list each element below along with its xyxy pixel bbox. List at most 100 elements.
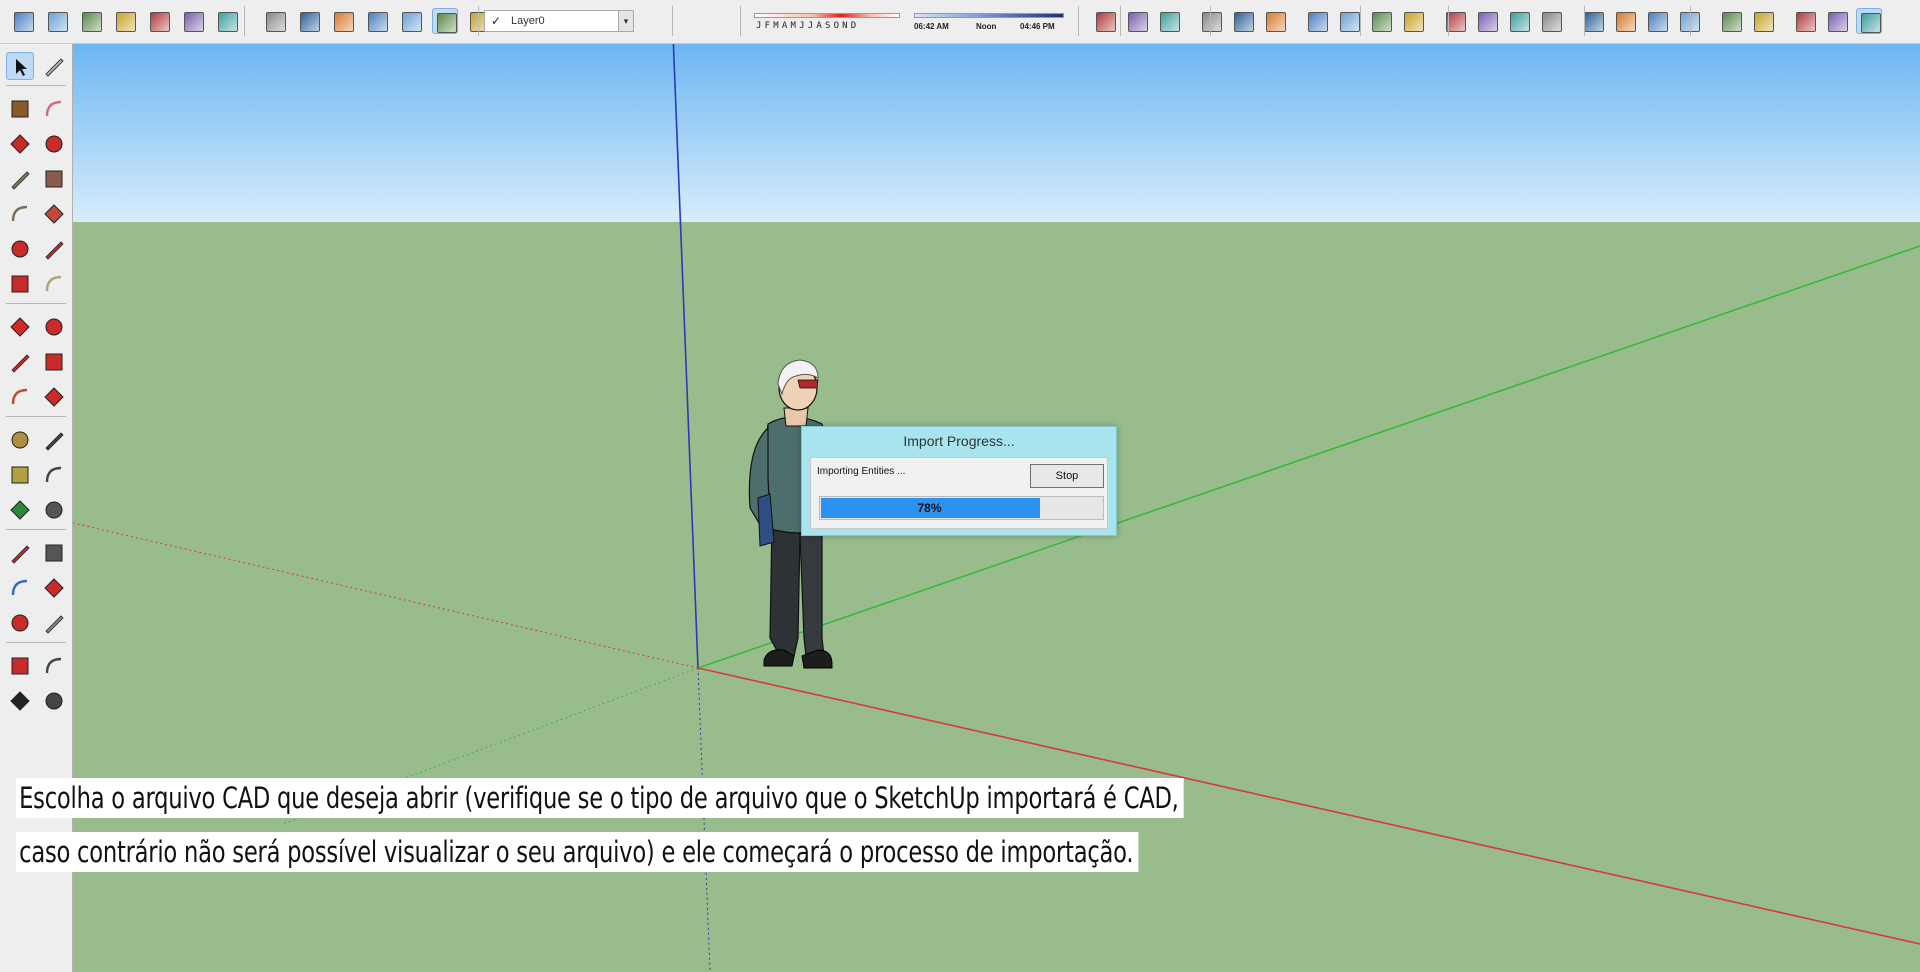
select-icon[interactable] <box>6 52 34 80</box>
iso-view-icon[interactable] <box>78 8 104 34</box>
section-plane-icon[interactable] <box>40 687 68 715</box>
front-view-icon[interactable] <box>146 8 172 34</box>
sandbox-from-contours-icon[interactable] <box>1304 8 1330 34</box>
look-around-icon-glyph <box>1796 12 1816 32</box>
section-plane-icon[interactable] <box>1198 8 1224 34</box>
axes-icon[interactable] <box>6 496 34 524</box>
toolbar-separator <box>1360 6 1361 36</box>
arc-icon[interactable] <box>6 235 34 263</box>
select-icon-glyph <box>16 59 27 76</box>
circle-icon[interactable] <box>6 200 34 228</box>
extension-warehouse-icon[interactable] <box>1718 8 1744 34</box>
scale-icon[interactable] <box>6 383 34 411</box>
paint-bucket-icon[interactable] <box>6 95 34 123</box>
materials-icon[interactable] <box>44 8 70 34</box>
look-around-icon[interactable] <box>1792 8 1818 34</box>
chevron-down-icon[interactable]: ▾ <box>618 10 634 32</box>
hidden-line-icon[interactable] <box>364 8 390 34</box>
walk-icon[interactable] <box>6 687 34 715</box>
three-point-arc-icon[interactable] <box>6 270 34 298</box>
freehand-icon[interactable] <box>40 130 68 158</box>
shadow-date-slider[interactable]: JFMAMJJASOND <box>754 10 900 34</box>
pan-icon[interactable] <box>40 539 68 567</box>
stamp-icon[interactable] <box>1400 8 1426 34</box>
text-icon[interactable] <box>40 461 68 489</box>
two-point-arc-icon[interactable] <box>40 235 68 263</box>
top-view-icon-glyph <box>116 12 136 32</box>
orbit-icon[interactable] <box>6 539 34 567</box>
eraser-icon[interactable] <box>40 95 68 123</box>
share-component-icon[interactable] <box>1676 8 1702 34</box>
layer-manager-icon[interactable] <box>1092 8 1118 34</box>
shadow-time-slider[interactable]: 06:42 AM Noon 04:46 PM <box>914 10 1064 34</box>
shadow-time-track <box>914 13 1064 18</box>
freehand-icon-glyph <box>45 135 63 153</box>
position-camera-icon[interactable] <box>6 652 34 680</box>
protractor-icon-glyph <box>11 466 29 484</box>
previous-view-icon[interactable] <box>40 609 68 637</box>
display-cuts-icon[interactable] <box>1262 8 1288 34</box>
position-camera-icon[interactable] <box>1750 8 1776 34</box>
rotate-icon[interactable] <box>6 348 34 376</box>
blue-axis-negative <box>697 667 711 972</box>
rectangle-icon-glyph <box>11 171 30 190</box>
position-camera-icon-glyph <box>11 657 29 675</box>
3d-text-icon-glyph <box>45 501 63 519</box>
move-icon[interactable] <box>6 313 34 341</box>
extension-warehouse-icon-glyph <box>1722 12 1742 32</box>
three-point-arc-icon-glyph <box>11 275 29 293</box>
top-view-icon[interactable] <box>112 8 138 34</box>
stop-button[interactable]: Stop <box>1030 464 1104 488</box>
shaded-icon[interactable] <box>398 8 424 34</box>
zoom-window-icon[interactable] <box>40 574 68 602</box>
xray-icon[interactable] <box>262 8 288 34</box>
dimensions-icon[interactable] <box>40 426 68 454</box>
polygon-icon[interactable] <box>40 200 68 228</box>
3d-warehouse-icon[interactable] <box>1612 8 1638 34</box>
rotated-rectangle-icon[interactable] <box>40 165 68 193</box>
rotate-icon-glyph <box>11 354 30 373</box>
toolset-separator <box>6 529 66 530</box>
zoom-extents-icon[interactable] <box>6 609 34 637</box>
smoove-icon-glyph <box>1372 12 1392 32</box>
components-icon[interactable] <box>10 8 36 34</box>
toggle-terrain-icon[interactable] <box>1538 8 1564 34</box>
wireframe-icon[interactable] <box>330 8 356 34</box>
walk-icon[interactable] <box>1824 8 1850 34</box>
shaded-textures-icon[interactable] <box>432 8 458 34</box>
drape-icon[interactable] <box>1442 8 1468 34</box>
layer-selector[interactable]: ✓ Layer0 <box>484 10 634 32</box>
offset-icon[interactable] <box>40 383 68 411</box>
fog-icon[interactable] <box>1156 8 1182 34</box>
line-icon[interactable] <box>6 130 34 158</box>
share-model-icon[interactable] <box>1644 8 1670 34</box>
shadows-icon[interactable] <box>1124 8 1150 34</box>
toolset-separator <box>6 416 66 417</box>
section-plane-icon-glyph <box>1202 12 1222 32</box>
display-section-icon[interactable] <box>1230 8 1256 34</box>
follow-me-icon[interactable] <box>40 348 68 376</box>
smoove-icon[interactable] <box>1368 8 1394 34</box>
zoom-icon[interactable] <box>6 574 34 602</box>
layer-manager-icon-glyph <box>1096 12 1116 32</box>
rectangle-icon[interactable] <box>6 165 34 193</box>
toolset-separator <box>6 303 66 304</box>
pie-icon[interactable] <box>40 270 68 298</box>
make-component-icon[interactable] <box>40 52 68 80</box>
add-location-icon[interactable] <box>1506 8 1532 34</box>
3d-text-icon[interactable] <box>40 496 68 524</box>
right-view-icon[interactable] <box>180 8 206 34</box>
protractor-icon[interactable] <box>6 461 34 489</box>
push-pull-icon[interactable] <box>40 313 68 341</box>
flip-edge-icon[interactable] <box>1474 8 1500 34</box>
look-around-icon[interactable] <box>40 652 68 680</box>
style-builder-icon[interactable] <box>1856 8 1882 34</box>
tape-measure-icon[interactable] <box>6 426 34 454</box>
back-edges-icon[interactable] <box>296 8 322 34</box>
sandbox-from-scratch-icon[interactable] <box>1336 8 1362 34</box>
back-view-icon[interactable] <box>214 8 240 34</box>
line-icon-glyph <box>10 134 30 154</box>
layer-visible-check: ✓ <box>491 14 502 28</box>
components-icon-glyph <box>14 12 34 32</box>
text-icon-glyph <box>45 466 62 483</box>
